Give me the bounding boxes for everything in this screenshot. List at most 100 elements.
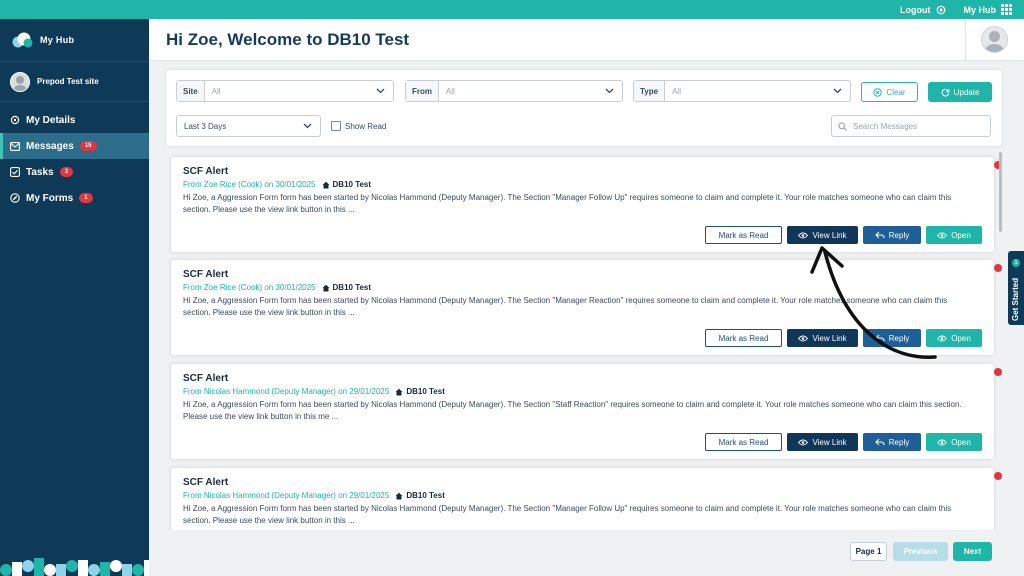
refresh-icon [941,88,949,96]
date-range-select[interactable]: Last 3 Days [176,115,321,137]
message-title: SCF Alert [183,373,229,384]
message-from: From Nicolas Hammond (Deputy Manager) on… [183,387,445,396]
reply-button[interactable]: Reply [863,226,921,244]
message-site: DB10 Test [395,491,445,500]
message-site-name: DB10 Test [332,283,372,292]
show-read-toggle[interactable]: Show Read [331,121,386,131]
get-started-tab[interactable]: 1 Get Started [1008,251,1024,325]
clear-button[interactable]: Clear [861,82,918,102]
unread-indicator [994,368,1002,376]
open-button[interactable]: Open [926,329,982,347]
my-hub-link[interactable]: My Hub [963,4,1012,15]
clear-label: Clear [886,87,906,97]
mark-as-read-button[interactable]: Mark as Read [705,226,782,244]
date-range-value: Last 3 Days [184,121,227,131]
message-body: Hi Zoe, a Aggression Form form has been … [183,193,952,214]
reply-label: Reply [888,437,910,447]
from-filter-select[interactable]: From All [405,80,623,102]
top-bar: Logout My Hub [0,0,1024,19]
mark-as-read-button[interactable]: Mark as Read [705,329,782,347]
mark-as-read-label: Mark as Read [718,230,769,240]
my-hub-label: My Hub [963,4,997,15]
reply-icon [874,438,885,446]
sidebar-item-label: Tasks [26,166,54,178]
view-link-label: View Link [812,333,847,343]
message-title: SCF Alert [183,477,229,488]
previous-page-button[interactable]: Previous [893,542,948,561]
chevron-down-icon [303,123,311,129]
message-title: SCF Alert [183,269,229,280]
user-avatar[interactable] [981,26,1008,53]
chevron-down-icon [833,88,841,94]
cloud-logo-icon [12,32,33,48]
site-filter-select[interactable]: Site All [176,80,394,102]
chevron-down-icon [605,88,613,94]
sidebar-item-my-forms[interactable]: My Forms 1 [0,185,149,211]
message-card[interactable]: SCF Alert From Nicolas Hammond (Deputy M… [171,468,1002,530]
view-link-button[interactable]: View Link [787,433,858,451]
message-list-scrollbar[interactable] [999,152,1002,232]
type-filter-select[interactable]: Type All [633,80,851,102]
update-label: Update [953,87,980,97]
site-selector[interactable]: Prepod Test site [0,61,149,102]
reply-button[interactable]: Reply [863,329,921,347]
site-filter-value: All [211,86,221,96]
message-sender: From Zoe Rice (Cook) on 30/01/2025 [183,283,316,292]
home-icon [322,284,330,291]
show-read-checkbox[interactable] [331,121,341,131]
view-link-button[interactable]: View Link [787,329,858,347]
message-title: SCF Alert [183,166,229,177]
home-icon [395,492,403,499]
unread-indicator [994,472,1002,480]
reply-label: Reply [888,333,910,343]
logout-link[interactable]: Logout [900,5,946,15]
page-indicator: Page 1 [850,542,887,561]
app-logo[interactable]: My Hub [0,19,149,61]
mark-as-read-label: Mark as Read [718,437,769,447]
sidebar-item-label: My Details [26,114,76,126]
type-filter-value: All [672,86,681,96]
open-button[interactable]: Open [926,226,982,244]
home-icon [322,181,330,188]
messages-count-badge: 15 [79,141,97,151]
message-card[interactable]: SCF Alert From Zoe Rice (Cook) on 30/01/… [171,157,1002,252]
next-page-button[interactable]: Next [953,542,992,561]
open-label: Open [951,437,971,447]
message-from: From Zoe Rice (Cook) on 30/01/2025 DB10 … [183,283,371,292]
message-from: From Nicolas Hammond (Deputy Manager) on… [183,491,445,500]
page-header: Hi Zoe, Welcome to DB10 Test [149,19,1024,61]
pencil-icon [10,193,20,203]
message-card[interactable]: SCF Alert From Zoe Rice (Cook) on 30/01/… [171,260,1002,355]
message-site: DB10 Test [322,180,371,189]
mark-as-read-button[interactable]: Mark as Read [705,433,782,451]
message-list: SCF Alert From Zoe Rice (Cook) on 30/01/… [166,150,1002,530]
page-title: Hi Zoe, Welcome to DB10 Test [166,30,410,49]
reply-button[interactable]: Reply [863,433,921,451]
message-sender: From Zoe Rice (Cook) on 30/01/2025 [183,180,316,189]
logout-icon [936,5,945,14]
search-messages-input[interactable]: Search Messages [831,115,991,137]
type-filter-label: Type [634,81,666,101]
sidebar: My Hub Prepod Test site My Details Messa… [0,19,149,576]
message-card[interactable]: SCF Alert From Nicolas Hammond (Deputy M… [171,364,1002,459]
grid-icon [1001,4,1012,15]
mark-as-read-label: Mark as Read [718,333,769,343]
site-name: Prepod Test site [37,77,99,86]
eye-icon [798,439,809,445]
forms-count-badge: 1 [79,193,93,203]
open-button[interactable]: Open [926,433,982,451]
message-sender: From Nicolas Hammond (Deputy Manager) on… [183,491,390,500]
message-site-name: DB10 Test [406,491,445,500]
view-link-button[interactable]: View Link [787,226,858,244]
eye-icon [937,439,948,445]
view-link-label: View Link [812,230,847,240]
sidebar-item-my-details[interactable]: My Details [0,107,149,133]
sidebar-item-tasks[interactable]: Tasks 3 [0,159,149,185]
sidebar-item-label: My Forms [26,192,74,204]
eye-icon [937,335,948,341]
sidebar-item-messages[interactable]: Messages 15 [0,133,149,159]
show-read-label: Show Read [345,121,387,131]
update-button[interactable]: Update [928,82,992,102]
site-filter-label: Site [177,81,205,101]
get-started-badge: 1 [1012,259,1020,267]
